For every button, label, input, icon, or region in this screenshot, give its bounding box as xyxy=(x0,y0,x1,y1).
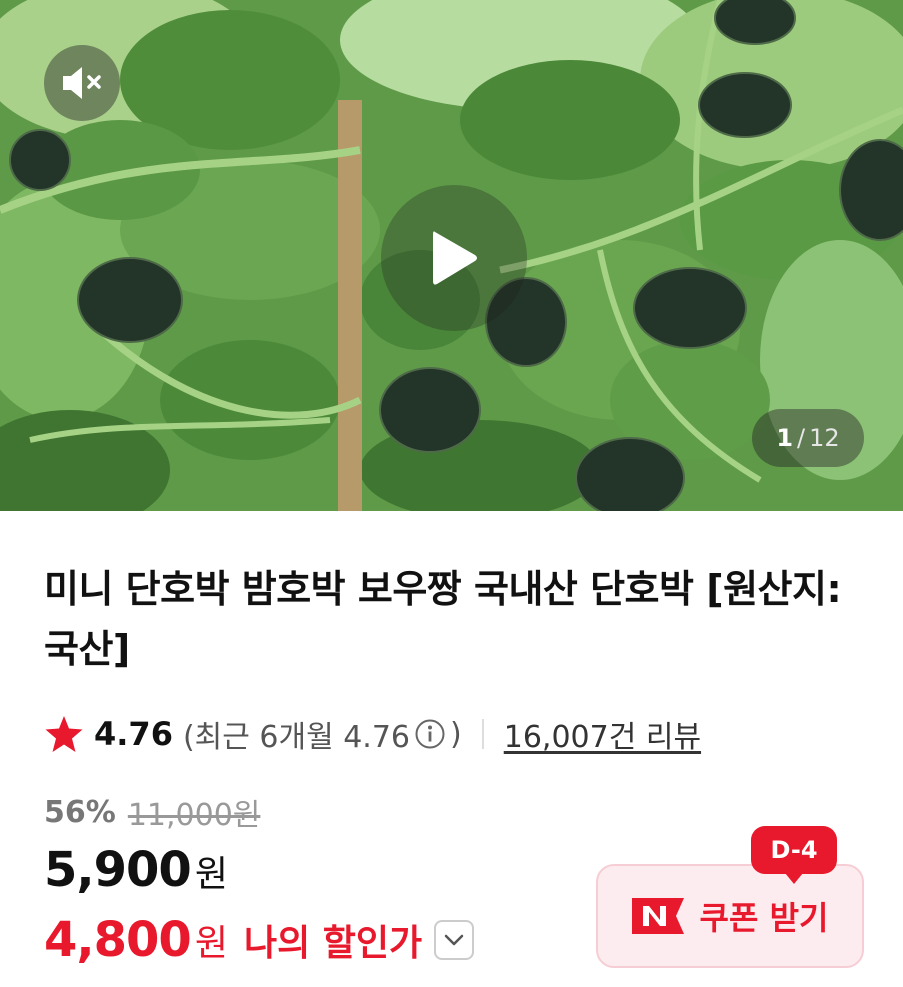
coupon-area: 쿠폰 받기 D-4 xyxy=(596,826,864,968)
play-icon xyxy=(433,231,477,285)
sale-price: 5,900 xyxy=(44,842,192,898)
rating-divider xyxy=(481,719,484,749)
my-price-dropdown-button[interactable] xyxy=(434,920,475,960)
coupon-deadline-text: D-4 xyxy=(770,836,818,864)
speaker-muted-icon xyxy=(63,67,101,99)
recent-rating-close: ) xyxy=(450,716,462,752)
original-price: 11,000원 xyxy=(127,798,261,833)
info-icon[interactable] xyxy=(414,718,446,750)
my-discount-price-unit: 원 xyxy=(194,923,228,964)
recent-rating: (최근 6개월 4.76 xyxy=(182,720,411,755)
product-media-viewer[interactable]: 1 / 12 xyxy=(0,0,903,511)
discount-percent: 56% xyxy=(44,794,116,830)
image-counter: 1 / 12 xyxy=(752,409,864,467)
get-coupon-label: 쿠폰 받기 xyxy=(699,899,829,937)
product-title: 미니 단호박 밤호박 보우짱 국내산 단호박 [원산지: 국산] xyxy=(44,567,842,671)
chevron-down-icon xyxy=(444,934,464,946)
star-icon xyxy=(45,716,83,752)
counter-separator: / xyxy=(797,424,806,452)
my-price-row: 4,800 원 나의 할인가 xyxy=(44,912,475,968)
discount-row: 56% 11,000원 xyxy=(44,790,260,834)
reviews-link[interactable]: 16,007건 리뷰 xyxy=(504,712,701,756)
counter-total: 12 xyxy=(809,424,840,452)
play-button[interactable] xyxy=(381,185,527,331)
sale-price-row: 5,900 원 xyxy=(44,842,228,898)
rating-score: 4.76 xyxy=(94,715,173,753)
counter-current: 1 xyxy=(776,424,794,452)
rating-row: 4.76 (최근 6개월 4.76 ) 16,007건 리뷰 xyxy=(44,712,701,756)
sale-price-unit: 원 xyxy=(194,854,228,895)
coupon-deadline-badge: D-4 xyxy=(751,826,837,884)
my-discount-label: 나의 할인가 xyxy=(243,923,423,964)
my-discount-price: 4,800 xyxy=(44,912,192,968)
get-coupon-button[interactable]: 쿠폰 받기 xyxy=(596,864,864,968)
naver-n-icon xyxy=(631,898,684,934)
badge-tail xyxy=(785,873,803,884)
mute-button[interactable] xyxy=(44,45,120,121)
